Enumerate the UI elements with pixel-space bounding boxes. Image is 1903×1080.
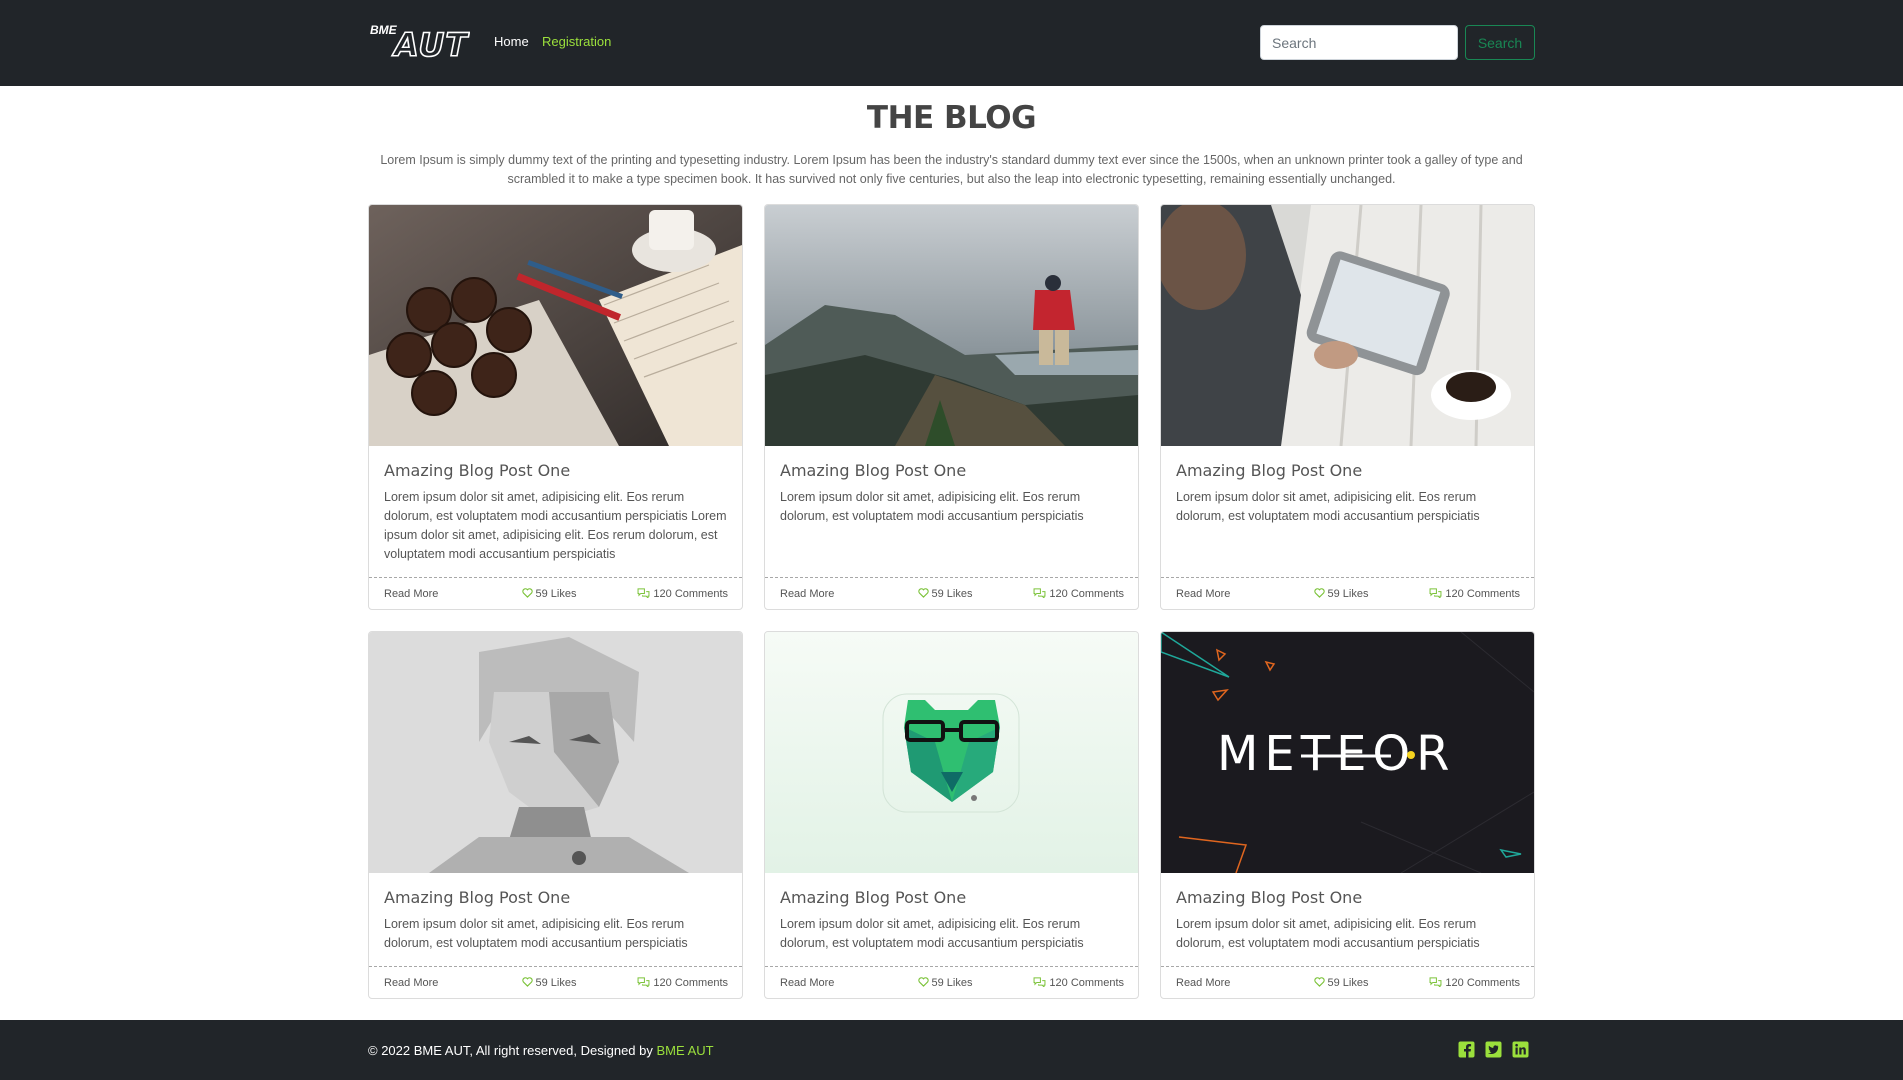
blog-card-image-muffins[interactable]	[369, 205, 742, 446]
blog-card: Amazing Blog Post One Lorem ipsum dolor …	[1160, 204, 1535, 610]
read-more-link[interactable]: Read More	[780, 977, 834, 989]
comments-count: 120 Comments	[653, 977, 728, 989]
comments-icon	[1429, 588, 1442, 598]
blog-card: METEOR Amazing Blog Post One Lorem ipsum…	[1160, 631, 1535, 999]
comments-count: 120 Comments	[1049, 588, 1124, 600]
read-more-link[interactable]: Read More	[384, 588, 438, 600]
blog-card-title[interactable]: Amazing Blog Post One	[384, 888, 570, 907]
nav-home-link[interactable]: Home	[494, 34, 529, 50]
likes-count: 59 Likes	[1327, 588, 1369, 600]
blog-card: Amazing Blog Post One Lorem ipsum dolor …	[764, 204, 1139, 610]
comments-icon	[1033, 977, 1046, 987]
likes-count: 59 Likes	[535, 977, 577, 989]
blog-card-title[interactable]: Amazing Blog Post One	[1176, 888, 1362, 907]
copyright-label: © 2022 BME AUT, All right reserved, Desi…	[368, 1043, 653, 1058]
copyright-text: © 2022 BME AUT, All right reserved, Desi…	[368, 1043, 714, 1058]
page-title: THE BLOG	[866, 100, 1037, 136]
likes-button[interactable]: 59 Likes	[509, 977, 589, 989]
blog-card-title[interactable]: Amazing Blog Post One	[780, 461, 966, 480]
heart-icon	[1313, 588, 1325, 598]
likes-button[interactable]: 59 Likes	[905, 588, 985, 600]
read-more-link[interactable]: Read More	[1176, 588, 1230, 600]
heart-icon	[917, 588, 929, 598]
comments-icon	[1033, 588, 1046, 598]
blog-card: Amazing Blog Post One Lorem ipsum dolor …	[368, 204, 743, 610]
twitter-icon[interactable]	[1485, 1041, 1502, 1058]
footer: © 2022 BME AUT, All right reserved, Desi…	[0, 1020, 1903, 1080]
comments-count: 120 Comments	[653, 588, 728, 600]
blog-card-text: Lorem ipsum dolor sit amet, adipisicing …	[1176, 490, 1480, 523]
comments-button[interactable]: 120 Comments	[1429, 588, 1520, 600]
blog-card-footer: Read More 59 Likes 120 Comments	[369, 966, 742, 998]
comments-count: 120 Comments	[1445, 588, 1520, 600]
blog-card: Amazing Blog Post One Lorem ipsum dolor …	[764, 631, 1139, 999]
likes-count: 59 Likes	[1327, 977, 1369, 989]
nav-registration-link[interactable]: Registration	[542, 34, 611, 50]
blog-card-title[interactable]: Amazing Blog Post One	[384, 461, 570, 480]
navbar-container: BME AUT Home Registration Search	[368, 0, 1535, 86]
read-more-link[interactable]: Read More	[1176, 977, 1230, 989]
comments-button[interactable]: 120 Comments	[1033, 588, 1124, 600]
blog-card-image-portrait[interactable]	[369, 632, 742, 873]
read-more-link[interactable]: Read More	[780, 588, 834, 600]
blog-card: Amazing Blog Post One Lorem ipsum dolor …	[368, 631, 743, 999]
designer-link[interactable]: BME AUT	[657, 1043, 714, 1058]
comments-icon	[637, 977, 650, 987]
comments-button[interactable]: 120 Comments	[1033, 977, 1124, 989]
heart-icon	[917, 977, 929, 987]
blog-card-title[interactable]: Amazing Blog Post One	[780, 888, 966, 907]
meteor-logo-text: METEOR	[1217, 726, 1456, 782]
likes-count: 59 Likes	[931, 977, 973, 989]
blog-card-image-bear[interactable]	[765, 632, 1138, 873]
blog-card-image-hiker[interactable]	[765, 205, 1138, 446]
read-more-link[interactable]: Read More	[384, 977, 438, 989]
comments-icon	[1429, 977, 1442, 987]
comments-button[interactable]: 120 Comments	[637, 977, 728, 989]
blog-card-text: Lorem ipsum dolor sit amet, adipisicing …	[780, 917, 1084, 950]
comments-count: 120 Comments	[1445, 977, 1520, 989]
search-button[interactable]: Search	[1465, 25, 1535, 60]
blog-card-image-meteor[interactable]: METEOR	[1161, 632, 1534, 873]
heart-icon	[1313, 977, 1325, 987]
bme-aut-logo[interactable]: BME AUT	[370, 21, 470, 59]
comments-icon	[637, 588, 650, 598]
heart-icon	[521, 588, 533, 598]
blog-card-footer: Read More 59 Likes 120 Comments	[765, 966, 1138, 998]
likes-button[interactable]: 59 Likes	[1301, 588, 1381, 600]
blog-card-title[interactable]: Amazing Blog Post One	[1176, 461, 1362, 480]
facebook-icon[interactable]	[1458, 1041, 1475, 1058]
blog-card-text: Lorem ipsum dolor sit amet, adipisicing …	[384, 490, 727, 561]
comments-button[interactable]: 120 Comments	[1429, 977, 1520, 989]
likes-button[interactable]: 59 Likes	[509, 588, 589, 600]
comments-count: 120 Comments	[1049, 977, 1124, 989]
blog-card-text: Lorem ipsum dolor sit amet, adipisicing …	[1176, 917, 1480, 950]
search-input[interactable]	[1260, 25, 1458, 60]
likes-button[interactable]: 59 Likes	[905, 977, 985, 989]
blog-card-text: Lorem ipsum dolor sit amet, adipisicing …	[384, 917, 688, 950]
svg-text:AUT: AUT	[391, 26, 469, 59]
navbar: BME AUT Home Registration Search	[0, 0, 1903, 86]
blog-card-text: Lorem ipsum dolor sit amet, adipisicing …	[780, 490, 1084, 523]
likes-count: 59 Likes	[535, 588, 577, 600]
linkedin-icon[interactable]	[1512, 1041, 1529, 1058]
blog-card-image-tablet[interactable]	[1161, 205, 1534, 446]
blog-card-footer: Read More 59 Likes 120 Comments	[1161, 577, 1534, 609]
comments-button[interactable]: 120 Comments	[637, 588, 728, 600]
likes-button[interactable]: 59 Likes	[1301, 977, 1381, 989]
blog-card-footer: Read More 59 Likes 120 Comments	[369, 577, 742, 609]
likes-count: 59 Likes	[931, 588, 973, 600]
heart-icon	[521, 977, 533, 987]
blog-card-footer: Read More 59 Likes 120 Comments	[765, 577, 1138, 609]
blog-card-footer: Read More 59 Likes 120 Comments	[1161, 966, 1534, 998]
intro-text: Lorem Ipsum is simply dummy text of the …	[380, 153, 1523, 186]
